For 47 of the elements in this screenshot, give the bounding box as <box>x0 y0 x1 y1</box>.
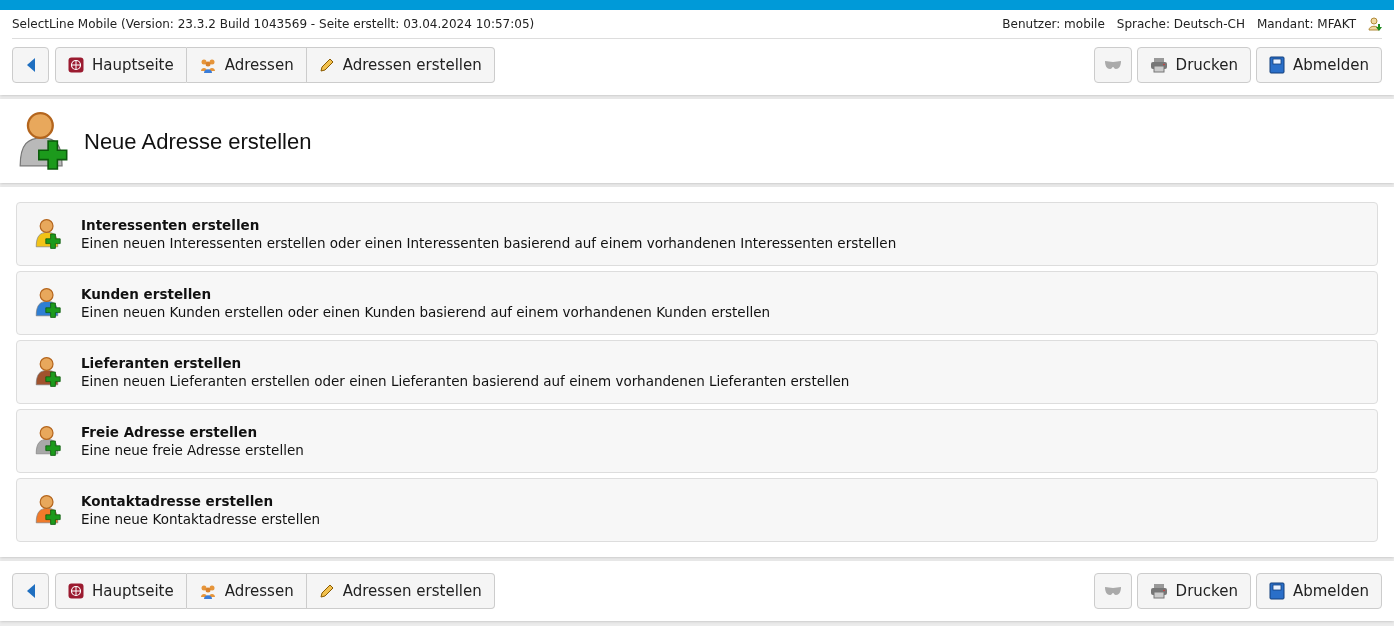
back-button[interactable] <box>12 573 49 609</box>
item-title: Kunden erstellen <box>81 285 213 303</box>
breadcrumb-link[interactable]: Adressen <box>186 47 307 83</box>
people-icon <box>198 583 217 599</box>
door-icon <box>1268 582 1285 600</box>
page-title: Neue Adresse erstellen <box>84 127 312 156</box>
breadcrumb-link[interactable]: Hauptseite <box>55 47 187 83</box>
printer-icon <box>1149 57 1168 73</box>
item-title: Interessenten erstellen <box>81 216 261 234</box>
item-description: Einen neuen Lieferanten erstellen oder einen Lieferanten basierend auf einem vorhandenen Lieferanten erstellen <box>81 372 850 390</box>
mask-icon <box>1104 60 1121 70</box>
print-button[interactable]: Drucken <box>1136 47 1251 83</box>
user-text: Benutzer: mobile <box>1002 16 1105 33</box>
mask-icon <box>1104 586 1121 596</box>
item-title: Freie Adresse erstellen <box>81 423 258 441</box>
back-icon <box>25 583 36 599</box>
breadcrumb-link[interactable]: Hauptseite <box>55 573 187 609</box>
logout-button[interactable]: Abmelden <box>1255 47 1382 83</box>
language-text: Sprache: Deutsch-CH <box>1116 16 1245 33</box>
breadcrumb-link[interactable]: Adressen erstellen <box>306 573 495 609</box>
pencil-icon <box>318 57 335 73</box>
pencil-icon <box>318 583 335 599</box>
print-button[interactable]: Drucken <box>1136 573 1251 609</box>
globe-icon <box>68 583 84 599</box>
people-icon <box>198 57 217 73</box>
globe-icon <box>68 57 84 73</box>
version-text: SelectLine Mobile (Version: 23.3.2 Build 1043569 - Seite erstellt: 03.04.2024 10:57:05) <box>12 16 535 33</box>
printer-icon <box>1149 583 1168 599</box>
door-icon <box>1268 56 1285 74</box>
list-item[interactable]: Lieferanten erstellen Einen neuen Lieferanten erstellen oder einen Lieferanten basierend auf einem vorhandenen Lieferanten erstellen <box>16 340 1378 404</box>
item-title: Kontaktadresse erstellen <box>81 492 275 510</box>
back-icon <box>25 57 36 73</box>
client-icon <box>1368 17 1382 31</box>
breadcrumb-link[interactable]: Adressen erstellen <box>306 47 495 83</box>
list-item[interactable]: Kontaktadresse erstellen Eine neue Kontaktadresse erstellen <box>16 478 1378 542</box>
breadcrumb-link[interactable]: Adressen <box>186 573 307 609</box>
list-item[interactable]: Interessenten erstellen Einen neuen Interessenten erstellen oder einen Interessenten basierend auf einem vorhandenen Interessenten erstellen <box>16 202 1378 266</box>
client-text: Mandant: MFAKT <box>1256 16 1356 33</box>
item-description: Eine neue Kontaktadresse erstellen <box>81 510 321 528</box>
item-description: Eine neue freie Adresse erstellen <box>81 441 304 459</box>
list-item[interactable]: Freie Adresse erstellen Eine neue freie Adresse erstellen <box>16 409 1378 473</box>
item-description: Einen neuen Interessenten erstellen oder einen Interessenten basierend auf einem vorhandenen Interessenten erstellen <box>81 234 897 252</box>
list-item[interactable]: Kunden erstellen Einen neuen Kunden erstellen oder einen Kunden basierend auf einem vorhandenen Kunden erstellen <box>16 271 1378 335</box>
item-description: Einen neuen Kunden erstellen oder einen Kunden basierend auf einem vorhandenen Kunden erstellen <box>81 303 770 321</box>
item-title: Lieferanten erstellen <box>81 354 243 372</box>
back-button[interactable] <box>12 47 49 83</box>
logout-button[interactable]: Abmelden <box>1255 573 1382 609</box>
